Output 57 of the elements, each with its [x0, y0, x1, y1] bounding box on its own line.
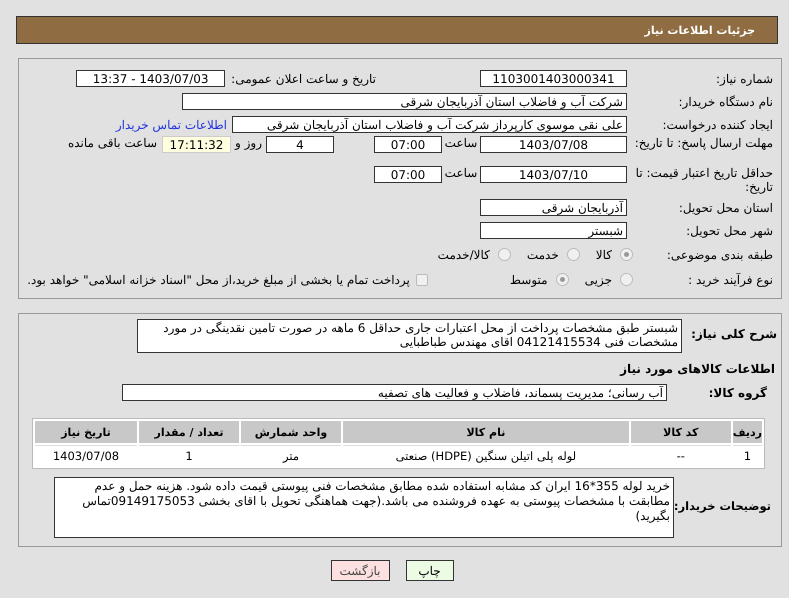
text-field[interactable]: 1403/07/10 — [480, 166, 627, 183]
table-cell: لوله پلی اتیلن سنگین (HDPE) صنعتی — [343, 445, 629, 466]
radio-button[interactable] — [556, 273, 569, 286]
radio-button[interactable] — [498, 248, 511, 261]
text-field[interactable]: 1103001403000341 — [480, 70, 627, 87]
field-label: ساعت — [444, 166, 478, 180]
column-header: تعداد / مقدار — [139, 421, 239, 443]
column-header: تاریخ نیاز — [35, 421, 137, 443]
field-label: کالا/خدمت — [438, 248, 490, 262]
text-field[interactable]: 1403/07/03 - 13:37 — [76, 70, 226, 87]
text-field[interactable]: 07:00 — [374, 166, 442, 183]
text-field[interactable]: 1403/07/08 — [480, 136, 627, 153]
field-label: خدمت — [526, 248, 559, 262]
field-label: گروه کالا: — [708, 385, 768, 400]
text-area[interactable]: شبستر طبق مشخصات پرداخت از محل اعتبارات جاری حداقل 6 ماهه در صورت تامین نقدینگی در مورد مشخصات فنی 04121415534 اقای مهندس طباطبایی — [137, 319, 682, 353]
checkbox[interactable] — [416, 274, 428, 286]
field-label: شماره نیاز: — [715, 72, 774, 86]
field-label: مهلت ارسال پاسخ: تا تاریخ: — [634, 136, 774, 150]
text-field[interactable]: علی نقی موسوی کارپرداز شرکت آب و فاضلاب استان آذربایجان شرقی — [232, 116, 627, 133]
column-header: واحد شمارش — [241, 421, 341, 443]
back-button[interactable]: بازگشت — [330, 560, 390, 581]
text-field[interactable]: 4 — [266, 136, 334, 153]
section-heading: اطلاعات کالاهای مورد نیاز — [618, 362, 776, 376]
field-label: شرح کلی نیاز: — [690, 326, 777, 341]
field-label: تاریخ و ساعت اعلان عمومی: — [231, 72, 376, 86]
radio-button[interactable] — [566, 248, 580, 261]
radio-button[interactable] — [620, 273, 633, 286]
field-label: پرداخت تمام یا بخشی از مبلغ خرید،از محل "اسناد خزانه اسلامی" خواهد بود. — [27, 272, 410, 286]
radio-button[interactable] — [620, 248, 633, 261]
field-label: جزیی — [584, 272, 612, 286]
field-label: استان محل تحویل: — [678, 200, 774, 214]
text-field[interactable]: شبستر — [480, 222, 627, 239]
field-label: نام دستگاه خریدار: — [678, 94, 774, 108]
text-field[interactable]: 17:11:32 — [162, 136, 231, 153]
text-field[interactable]: شرکت آب و فاضلاب استان آذربایجان شرقی — [182, 93, 627, 110]
field-label: روز و — [235, 136, 262, 150]
field-label: متوسط — [510, 272, 548, 286]
text-field[interactable]: 07:00 — [374, 136, 442, 153]
field-label: توضیحات خریدار: — [674, 498, 772, 513]
field-label: ساعت باقی مانده — [68, 136, 157, 150]
column-header: نام کالا — [343, 421, 629, 443]
text-area[interactable]: خرید لوله 355*16 ایران کد مشابه استفاده شده مطابق مشخصات فنی پیوستی قیمت داده شود. هزینه حمل و عدم مطابقت با مشخصات پیوستی به عهده فروشنده می باشد.(جهت هماهنگی تحویل با اقای بخشی 09149175053تماس بگیرید) — [54, 477, 674, 538]
field-label: شهر محل تحویل: — [685, 224, 774, 238]
field-label: نوع فرآیند خرید : — [687, 272, 774, 286]
page-title: جزئیات اطلاعات نیاز — [644, 24, 755, 36]
column-header: ردیف — [732, 421, 762, 443]
field-label: کالا — [596, 248, 612, 262]
print-button[interactable]: چاپ — [406, 560, 454, 581]
text-field[interactable]: آب رسانی؛ مدیریت پسماند، فاضلاب و فعالیت های تصفیه — [122, 384, 667, 401]
contact-link[interactable]: اطلاعات تماس خریدار — [116, 118, 227, 132]
column-header: کد کالا — [630, 421, 731, 443]
field-label: ساعت — [444, 136, 478, 150]
field-label: حداقل تاریخ اعتبار قیمت: تا تاریخ: — [634, 166, 774, 194]
table-cell: متر — [241, 445, 341, 466]
field-label: طبقه بندی موضوعی: — [666, 248, 774, 262]
text-field[interactable]: آذربایجان شرقی — [480, 199, 627, 216]
field-label: ایجاد کننده درخواست: — [661, 118, 774, 132]
